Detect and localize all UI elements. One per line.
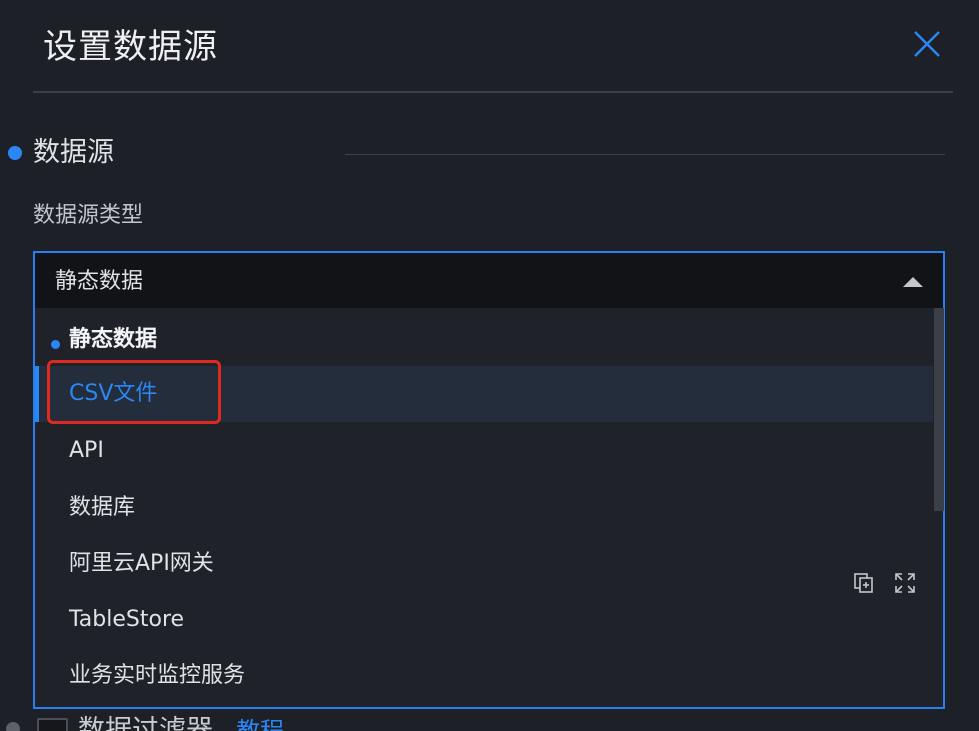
expand-icon[interactable] — [892, 570, 918, 596]
copy-icon[interactable] — [851, 570, 877, 596]
option-database[interactable]: 数据库 — [35, 480, 933, 536]
panel-header: 设置数据源 — [0, 0, 979, 93]
select-value: 静态数据 — [55, 269, 144, 294]
active-indicator — [35, 366, 39, 422]
section-bullet — [8, 146, 22, 160]
option-label: CSV文件 — [69, 381, 158, 406]
close-button[interactable] — [905, 28, 949, 64]
section-title: 数据源 — [33, 137, 114, 168]
option-label: 业务实时监控服务 — [69, 663, 246, 688]
datasource-type-select[interactable]: 静态数据 — [33, 251, 945, 310]
option-tablestore[interactable]: TableStore — [35, 592, 933, 648]
header-divider — [33, 91, 953, 93]
caret-up-icon[interactable] — [903, 277, 923, 287]
option-business-monitoring[interactable]: 业务实时监控服务 — [35, 648, 933, 704]
datasource-type-dropdown: 静态数据 CSV文件 API 数据库 阿里云API网关 TableStore 业… — [33, 308, 945, 709]
option-label: 阿里云API网关 — [69, 551, 214, 576]
option-label: API — [69, 438, 104, 463]
data-filter-checkbox[interactable] — [37, 718, 68, 731]
tutorial-link[interactable]: 教程 — [236, 713, 284, 731]
page-title: 设置数据源 — [43, 27, 218, 67]
option-static-data[interactable]: 静态数据 — [35, 312, 933, 368]
option-label: TableStore — [69, 607, 185, 632]
datasource-type-label: 数据源类型 — [33, 203, 144, 228]
option-label: 静态数据 — [69, 327, 158, 352]
option-api[interactable]: API — [35, 423, 933, 479]
filter-section-bullet — [6, 722, 20, 731]
close-icon[interactable] — [913, 30, 941, 62]
option-aliyun-api-gateway[interactable]: 阿里云API网关 — [35, 536, 933, 592]
option-csv-file[interactable]: CSV文件 — [35, 366, 933, 422]
section-divider — [345, 154, 945, 155]
data-filter-label: 数据过滤器 — [78, 715, 213, 731]
dropdown-scrollbar[interactable] — [934, 308, 944, 511]
selected-dot-icon — [51, 340, 60, 349]
option-label: 数据库 — [69, 495, 136, 520]
